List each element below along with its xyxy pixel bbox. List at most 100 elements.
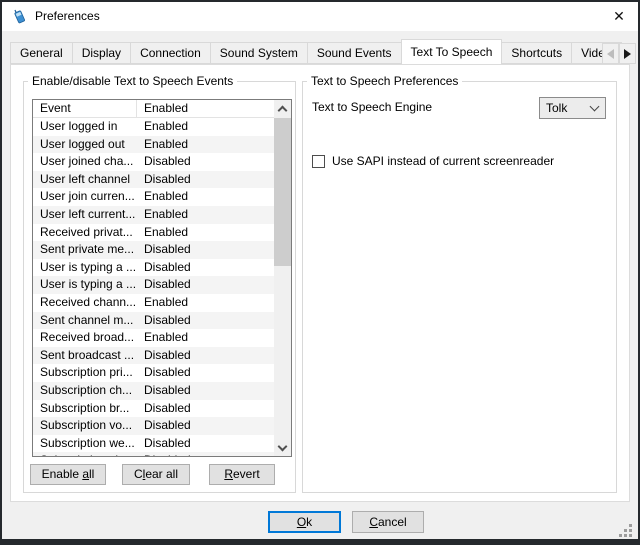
event-status-cell: Disabled [137, 171, 274, 189]
tab-scroll-right-icon [624, 49, 631, 59]
tab-page-text-to-speech: Enable/disable Text to Speech Events Eve… [10, 64, 630, 502]
event-row[interactable]: Subscription ch...Disabled [33, 452, 274, 456]
event-name-cell: Sent channel m... [33, 312, 137, 330]
sapi-checkbox-label: Use SAPI instead of current screenreader [332, 154, 554, 168]
event-name-cell: User left channel [33, 171, 137, 189]
event-list-rows: User logged inEnabledUser logged outEnab… [33, 118, 274, 456]
cancel-button[interactable]: Cancel [352, 511, 424, 533]
column-header-enabled[interactable]: Enabled [137, 100, 274, 117]
event-row[interactable]: Sent private me...Disabled [33, 241, 274, 259]
event-row[interactable]: User is typing a ...Disabled [33, 276, 274, 294]
event-status-cell: Disabled [137, 400, 274, 418]
event-status-cell: Disabled [137, 241, 274, 259]
event-name-cell: Subscription vo... [33, 417, 137, 435]
event-status-cell: Disabled [137, 452, 274, 456]
column-header-event[interactable]: Event [33, 100, 137, 117]
event-row[interactable]: User logged inEnabled [33, 118, 274, 136]
event-row[interactable]: User logged outEnabled [33, 136, 274, 154]
tab-scroll-left-icon [607, 49, 614, 59]
tab-text-to-speech[interactable]: Text To Speech [401, 39, 503, 64]
title-bar: Preferences ✕ [2, 2, 638, 31]
scroll-up-button[interactable] [274, 100, 291, 117]
event-list-header[interactable]: Event Enabled [33, 100, 274, 118]
chevron-down-icon [278, 441, 288, 451]
event-row[interactable]: Sent broadcast ...Disabled [33, 347, 274, 365]
event-list[interactable]: Event Enabled User logged inEnabledUser … [32, 99, 292, 457]
event-status-cell: Disabled [137, 364, 274, 382]
event-status-cell: Enabled [137, 224, 274, 242]
event-status-cell: Enabled [137, 188, 274, 206]
window-client: Preferences ✕ GeneralDisplayConnectionSo… [2, 2, 638, 539]
group-tts-events: Enable/disable Text to Speech Events Eve… [23, 81, 296, 493]
event-status-cell: Enabled [137, 118, 274, 136]
event-status-cell: Disabled [137, 435, 274, 453]
close-icon: ✕ [613, 8, 625, 24]
enable-all-button[interactable]: Enable all [30, 464, 106, 485]
event-row[interactable]: Received privat...Enabled [33, 224, 274, 242]
event-name-cell: Subscription ch... [33, 382, 137, 400]
event-list-scrollbar[interactable] [274, 100, 291, 456]
event-status-cell: Enabled [137, 206, 274, 224]
tab-sound-events[interactable]: Sound Events [307, 42, 402, 64]
event-row[interactable]: User left channelDisabled [33, 171, 274, 189]
tab-scrollers [602, 43, 636, 64]
event-name-cell: Sent private me... [33, 241, 137, 259]
event-row[interactable]: Subscription ch...Disabled [33, 382, 274, 400]
event-row[interactable]: Sent channel m...Disabled [33, 312, 274, 330]
tab-general[interactable]: General [10, 42, 73, 64]
preferences-window: Preferences ✕ GeneralDisplayConnectionSo… [0, 0, 640, 545]
event-name-cell: User is typing a ... [33, 276, 137, 294]
revert-button[interactable]: Revert [209, 464, 275, 485]
tab-sound-system[interactable]: Sound System [210, 42, 308, 64]
event-status-cell: Enabled [137, 329, 274, 347]
event-row[interactable]: Subscription vo...Disabled [33, 417, 274, 435]
event-name-cell: Subscription pri... [33, 364, 137, 382]
event-name-cell: User joined cha... [33, 153, 137, 171]
engine-select[interactable]: Tolk [539, 97, 606, 119]
event-name-cell: Sent broadcast ... [33, 347, 137, 365]
event-name-cell: Received privat... [33, 224, 137, 242]
event-row[interactable]: Received chann...Enabled [33, 294, 274, 312]
ok-button[interactable]: Ok [268, 511, 341, 533]
tab-display[interactable]: Display [72, 42, 131, 64]
event-row[interactable]: Subscription br...Disabled [33, 400, 274, 418]
group-tts-preferences: Text to Speech Preferences Text to Speec… [302, 81, 617, 493]
scrollbar-thumb[interactable] [274, 118, 291, 266]
engine-label: Text to Speech Engine [312, 96, 432, 118]
event-row[interactable]: Subscription we...Disabled [33, 435, 274, 453]
event-name-cell: Received chann... [33, 294, 137, 312]
event-status-cell: Disabled [137, 312, 274, 330]
event-name-cell: Received broad... [33, 329, 137, 347]
clear-all-button[interactable]: Clear all [122, 464, 190, 485]
event-row[interactable]: User join curren...Enabled [33, 188, 274, 206]
event-name-cell: User logged in [33, 118, 137, 136]
event-name-cell: User left current... [33, 206, 137, 224]
event-row[interactable]: User joined cha...Disabled [33, 153, 274, 171]
event-name-cell: Subscription we... [33, 435, 137, 453]
event-status-cell: Enabled [137, 294, 274, 312]
tab-scroll-left-button[interactable] [602, 43, 619, 64]
resize-grip-icon[interactable] [617, 524, 633, 537]
group-tts-preferences-title: Text to Speech Preferences [307, 74, 462, 88]
event-status-cell: Disabled [137, 382, 274, 400]
sapi-checkbox[interactable] [312, 155, 325, 168]
event-row[interactable]: Subscription pri...Disabled [33, 364, 274, 382]
tab-shortcuts[interactable]: Shortcuts [501, 42, 572, 64]
scroll-down-button[interactable] [274, 439, 291, 456]
event-status-cell: Disabled [137, 276, 274, 294]
event-name-cell: Subscription ch... [33, 452, 137, 456]
event-status-cell: Disabled [137, 347, 274, 365]
tab-connection[interactable]: Connection [130, 42, 211, 64]
chevron-up-icon [278, 106, 288, 116]
event-row[interactable]: User is typing a ...Disabled [33, 259, 274, 277]
event-name-cell: User logged out [33, 136, 137, 154]
close-button[interactable]: ✕ [602, 2, 636, 31]
event-name-cell: User join curren... [33, 188, 137, 206]
event-status-cell: Disabled [137, 153, 274, 171]
window-title: Preferences [35, 2, 100, 31]
tab-scroll-right-button[interactable] [619, 43, 636, 64]
engine-selected-value: Tolk [540, 101, 591, 115]
event-row[interactable]: Received broad...Enabled [33, 329, 274, 347]
chevron-down-icon [590, 102, 600, 112]
event-row[interactable]: User left current...Enabled [33, 206, 274, 224]
